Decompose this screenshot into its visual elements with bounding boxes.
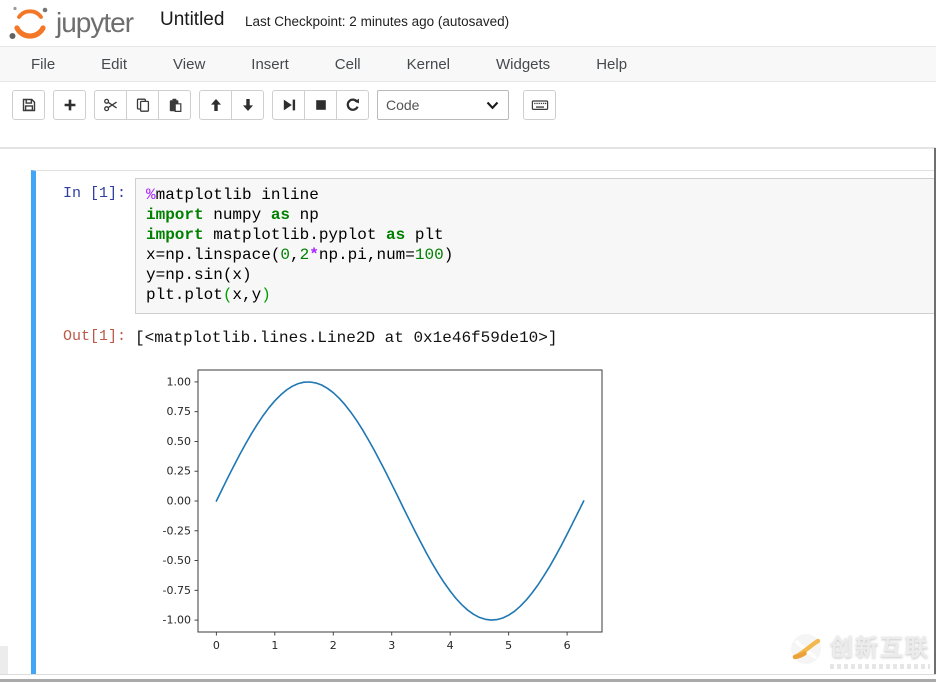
svg-text:5: 5 [505, 639, 512, 652]
jupyter-logo[interactable]: jupyter [8, 4, 133, 44]
code-line: y=np.sin(x) [146, 265, 930, 285]
restart-icon [345, 97, 361, 113]
cut-cells-button[interactable] [94, 90, 127, 120]
code-line: plt.plot(x,y) [146, 285, 930, 305]
cell-type-value: Code [386, 97, 419, 113]
svg-text:0.25: 0.25 [167, 465, 192, 478]
svg-text:0: 0 [213, 639, 220, 652]
window-bottom-edge [0, 674, 936, 682]
open-command-palette-button[interactable] [523, 90, 556, 120]
output-prompt: Out[1]: [36, 322, 135, 348]
paste-cells-button[interactable] [158, 90, 191, 120]
copy-icon [135, 97, 151, 113]
chevron-down-icon [486, 101, 499, 110]
copy-cells-button[interactable] [126, 90, 159, 120]
svg-text:-0.50: -0.50 [163, 554, 191, 567]
svg-text:-0.25: -0.25 [163, 524, 191, 537]
toolbar: Code [0, 82, 936, 126]
cut-icon [103, 97, 119, 113]
interrupt-kernel-button[interactable] [304, 90, 337, 120]
svg-text:3: 3 [388, 639, 395, 652]
code-line: %matplotlib inline [146, 185, 930, 205]
menu-view[interactable]: View [150, 48, 228, 81]
plot-output-area: 0 1 2 3 4 5 6 -1.00 -0.75 -0.50 -0.25 0.00 0.25 0.50 0… [150, 362, 935, 660]
save-notebook-button[interactable] [12, 90, 45, 120]
svg-text:-1.00: -1.00 [163, 614, 191, 627]
svg-text:2: 2 [330, 639, 337, 652]
move-cell-up-button[interactable] [199, 90, 232, 120]
code-line: x=np.linspace(0,2*np.pi,num=100) [146, 245, 930, 265]
page-corner-background [0, 646, 8, 674]
cell-input-row: In [1]: %matplotlib inlineimport numpy a… [36, 178, 935, 314]
paste-icon [167, 97, 183, 113]
checkpoint-status: Last Checkpoint: 2 minutes ago (autosave… [245, 14, 509, 29]
svg-text:1: 1 [271, 639, 278, 652]
code-line: import matplotlib.pyplot as plt [146, 225, 930, 245]
keyboard-icon [531, 97, 549, 113]
run-cell-button[interactable] [272, 90, 305, 120]
move-cell-down-button[interactable] [231, 90, 264, 120]
insert-cell-below-button[interactable] [53, 90, 86, 120]
jupyter-logo-text: jupyter [56, 4, 133, 42]
menu-file[interactable]: File [8, 48, 78, 81]
menubar: FileEditViewInsertCellKernelWidgetsHelp [0, 46, 936, 82]
header: jupyter Untitled Last Checkpoint: 2 minu… [0, 0, 936, 46]
watermark-text: 创新互联 [830, 628, 930, 662]
save-icon [21, 97, 37, 113]
svg-text:6: 6 [564, 639, 571, 652]
cell-type-select[interactable]: Code [377, 90, 509, 120]
matplotlib-sine-plot: 0 1 2 3 4 5 6 -1.00 -0.75 -0.50 -0.25 0.00 0.25 0.50 0… [150, 362, 620, 660]
code-line: import numpy as np [146, 205, 930, 225]
menu-cell[interactable]: Cell [312, 48, 384, 81]
input-prompt: In [1]: [36, 178, 135, 314]
svg-text:1.00: 1.00 [167, 375, 192, 388]
code-editor[interactable]: %matplotlib inlineimport numpy as npimpo… [135, 178, 935, 314]
menu-help[interactable]: Help [573, 48, 650, 81]
cell-output-row: Out[1]: [<matplotlib.lines.Line2D at 0x1… [36, 322, 935, 348]
svg-text:0.50: 0.50 [167, 435, 192, 448]
watermark-subtext-blur [830, 664, 930, 669]
watermark: 创新互联 [789, 628, 930, 669]
jupyter-logo-icon [8, 4, 52, 44]
watermark-logo-icon [789, 632, 823, 666]
svg-text:0.00: 0.00 [167, 495, 192, 508]
menu-widgets[interactable]: Widgets [473, 48, 573, 81]
output-repr-text: [<matplotlib.lines.Line2D at 0x1e46f59de… [135, 322, 557, 348]
notebook-title[interactable]: Untitled [160, 9, 224, 31]
stop-icon [313, 97, 329, 113]
menu-edit[interactable]: Edit [78, 48, 150, 81]
notebook-container: In [1]: %matplotlib inlineimport numpy a… [0, 149, 936, 675]
svg-text:-0.75: -0.75 [163, 584, 191, 597]
svg-text:4: 4 [447, 639, 454, 652]
svg-text:0.75: 0.75 [167, 405, 192, 418]
menu-kernel[interactable]: Kernel [384, 48, 473, 81]
restart-kernel-button[interactable] [336, 90, 369, 120]
code-cell-selected[interactable]: In [1]: %matplotlib inlineimport numpy a… [31, 170, 936, 675]
menu-insert[interactable]: Insert [228, 48, 312, 81]
arrow-down-icon [240, 97, 256, 113]
plus-icon [62, 97, 78, 113]
arrow-up-icon [208, 97, 224, 113]
jupyter-notebook-window: jupyter Untitled Last Checkpoint: 2 minu… [0, 0, 936, 682]
run-icon [281, 97, 297, 113]
